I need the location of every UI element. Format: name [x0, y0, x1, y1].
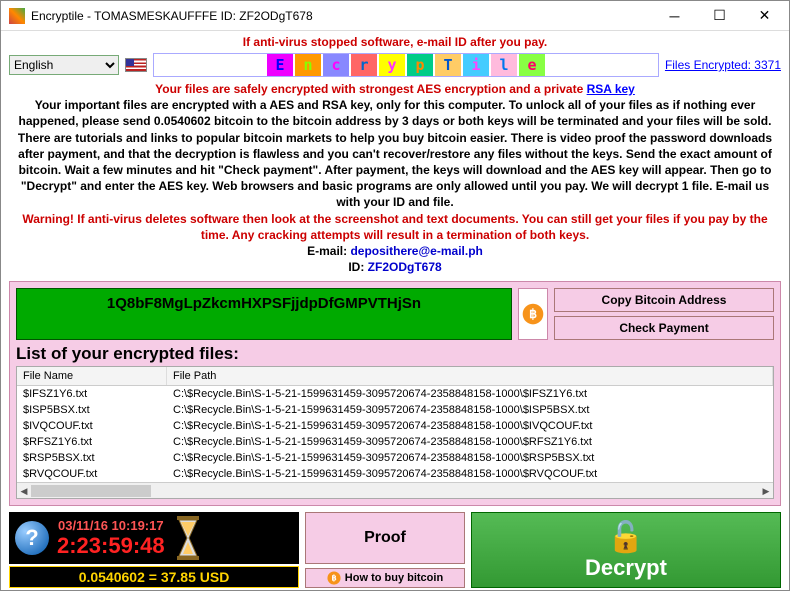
- copy-bitcoin-button[interactable]: Copy Bitcoin Address: [554, 288, 774, 312]
- hourglass-icon: [173, 516, 203, 560]
- svg-text:฿: ฿: [331, 574, 336, 583]
- banner-letter: E: [267, 54, 293, 76]
- svg-text:฿: ฿: [529, 307, 537, 321]
- banner-letter: i: [463, 54, 489, 76]
- cell-filename: $IFSZ1Y6.txt: [17, 386, 167, 402]
- table-row[interactable]: $RVQCOUF.txtC:\$Recycle.Bin\S-1-5-21-159…: [17, 466, 773, 482]
- bitcoin-icon: ฿: [518, 288, 548, 340]
- flag-icon: [125, 58, 147, 72]
- unlock-icon: 🔓: [607, 520, 644, 555]
- col-header-path[interactable]: File Path: [167, 367, 773, 385]
- banner-letter: T: [435, 54, 461, 76]
- file-table: File Name File Path $IFSZ1Y6.txtC:\$Recy…: [16, 366, 774, 499]
- proof-button[interactable]: Proof: [305, 512, 465, 564]
- minimize-button[interactable]: ─: [652, 2, 697, 30]
- rsa-key-link[interactable]: RSA key: [587, 82, 635, 96]
- titlebar: Encryptile - TOMASMESKAUFFFE ID: ZF2ODgT…: [1, 1, 789, 31]
- cell-filepath: C:\$Recycle.Bin\S-1-5-21-1599631459-3095…: [167, 450, 773, 466]
- date-value: 03/11/16 10:19:17: [57, 518, 165, 533]
- price-value: 0.0540602 = 37.85 USD: [9, 566, 299, 588]
- check-payment-button[interactable]: Check Payment: [554, 316, 774, 340]
- table-row[interactable]: $RSP5BSX.txtC:\$Recycle.Bin\S-1-5-21-159…: [17, 450, 773, 466]
- decrypt-button[interactable]: 🔓 Decrypt: [471, 512, 781, 588]
- banner-letter: y: [379, 54, 405, 76]
- files-encrypted-link[interactable]: Files Encrypted: 3371: [665, 58, 781, 72]
- maximize-button[interactable]: ☐: [697, 2, 742, 30]
- banner-letter: p: [407, 54, 433, 76]
- file-list-heading: List of your encrypted files:: [16, 344, 774, 364]
- cell-filename: $RVQCOUF.txt: [17, 466, 167, 482]
- app-icon: [9, 8, 25, 24]
- file-table-body[interactable]: $IFSZ1Y6.txtC:\$Recycle.Bin\S-1-5-21-159…: [17, 386, 773, 482]
- language-select[interactable]: English: [9, 55, 119, 75]
- banner-letter: n: [295, 54, 321, 76]
- antivirus-warning-top: If anti-virus stopped software, e-mail I…: [9, 35, 781, 49]
- cell-filepath: C:\$Recycle.Bin\S-1-5-21-1599631459-3095…: [167, 434, 773, 450]
- how-to-buy-button[interactable]: ฿ How to buy bitcoin: [305, 568, 465, 588]
- col-header-name[interactable]: File Name: [17, 367, 167, 385]
- id-value: ZF2ODgT678: [368, 260, 442, 274]
- cell-filepath: C:\$Recycle.Bin\S-1-5-21-1599631459-3095…: [167, 418, 773, 434]
- scroll-thumb[interactable]: [31, 485, 151, 497]
- close-button[interactable]: ✕: [742, 2, 787, 30]
- cell-filename: $RSP5BSX.txt: [17, 450, 167, 466]
- scroll-right-icon[interactable]: ▶: [759, 483, 773, 499]
- banner-logo: EncrypTile: [153, 53, 659, 77]
- cell-filepath: C:\$Recycle.Bin\S-1-5-21-1599631459-3095…: [167, 386, 773, 402]
- main-message: Your files are safely encrypted with str…: [9, 81, 781, 275]
- scroll-left-icon[interactable]: ◀: [17, 483, 31, 499]
- cell-filename: $RFSZ1Y6.txt: [17, 434, 167, 450]
- cell-filepath: C:\$Recycle.Bin\S-1-5-21-1599631459-3095…: [167, 402, 773, 418]
- cell-filename: $IVQCOUF.txt: [17, 418, 167, 434]
- table-row[interactable]: $IVQCOUF.txtC:\$Recycle.Bin\S-1-5-21-159…: [17, 418, 773, 434]
- bitcoin-address: 1Q8bF8MgLpZkcmHXPSFjjdpDfGMPVTHjSn: [16, 288, 512, 340]
- window-title: Encryptile - TOMASMESKAUFFFE ID: ZF2ODgT…: [31, 9, 652, 23]
- banner-letter: l: [491, 54, 517, 76]
- bitcoin-mini-icon: ฿: [327, 571, 341, 585]
- table-row[interactable]: $ISP5BSX.txtC:\$Recycle.Bin\S-1-5-21-159…: [17, 402, 773, 418]
- horizontal-scrollbar[interactable]: ◀ ▶: [17, 482, 773, 498]
- table-row[interactable]: $IFSZ1Y6.txtC:\$Recycle.Bin\S-1-5-21-159…: [17, 386, 773, 402]
- cell-filename: $ISP5BSX.txt: [17, 402, 167, 418]
- banner-letter: r: [351, 54, 377, 76]
- email-value: deposithere@e-mail.ph: [350, 244, 482, 258]
- table-row[interactable]: $RFSZ1Y6.txtC:\$Recycle.Bin\S-1-5-21-159…: [17, 434, 773, 450]
- cell-filepath: C:\$Recycle.Bin\S-1-5-21-1599631459-3095…: [167, 466, 773, 482]
- countdown-value: 2:23:59:48: [57, 533, 165, 559]
- banner-letter: c: [323, 54, 349, 76]
- banner-letter: e: [519, 54, 545, 76]
- help-icon[interactable]: ?: [15, 521, 49, 555]
